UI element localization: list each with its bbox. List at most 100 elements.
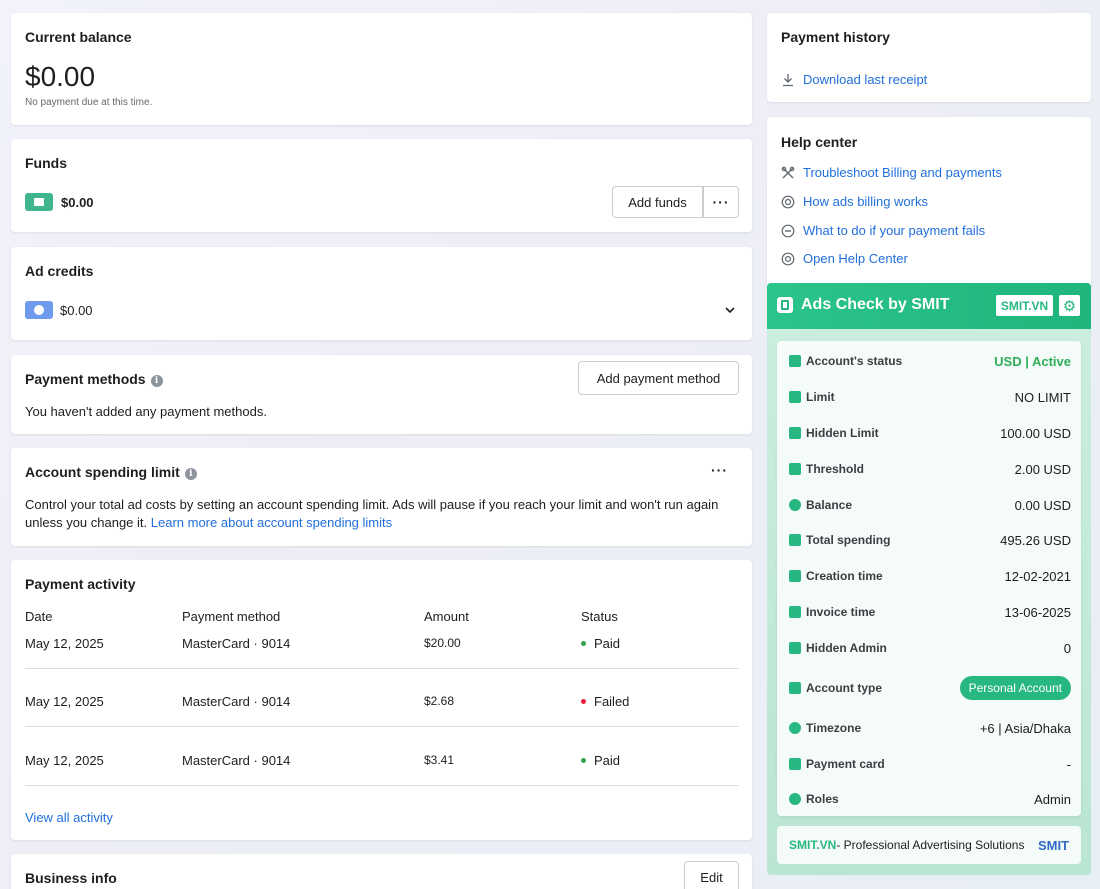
table-row[interactable]: May 12, 2025 MasterCard · 9014 $2.68 Fai… xyxy=(25,669,739,727)
payment-methods-card: Payment methods i Add payment method You … xyxy=(11,355,752,434)
chevron-down-icon[interactable] xyxy=(723,303,737,317)
smit-footer-brand[interactable]: SMIT.VN xyxy=(789,838,836,852)
activity-status: Paid xyxy=(581,636,620,651)
smit-label: Hidden Admin xyxy=(806,641,887,655)
activity-header-status: Status xyxy=(581,609,618,624)
status-icon xyxy=(789,355,801,367)
lifebuoy-icon xyxy=(781,252,795,265)
gear-icon[interactable]: ⚙ xyxy=(1059,295,1080,316)
smit-footer-logo: SMIT xyxy=(1037,837,1069,853)
wallet-icon xyxy=(25,193,53,211)
help-link-open-help-center[interactable]: Open Help Center xyxy=(781,251,908,266)
activity-date: May 12, 2025 xyxy=(25,636,104,651)
payment-methods-title: Payment methods i xyxy=(25,371,163,387)
business-info-card: Business info Edit xyxy=(11,854,752,889)
payment-history-card: Payment history Download last receipt xyxy=(767,13,1091,102)
smit-row-creation-time: Creation time 12-02-2021 xyxy=(789,566,1071,586)
smit-value: 100.00 USD xyxy=(1000,425,1071,441)
invoice-icon xyxy=(789,606,801,618)
add-funds-button[interactable]: Add funds xyxy=(612,186,703,218)
activity-method: MasterCard · 9014 xyxy=(182,694,291,709)
smit-value: 13-06-2025 xyxy=(1004,604,1072,620)
smit-badge[interactable]: SMIT.VN xyxy=(996,295,1053,316)
smit-row-invoice-time: Invoice time 13-06-2025 xyxy=(789,602,1071,622)
smit-value: 2.00 USD xyxy=(1014,461,1071,477)
ad-credit-icon xyxy=(25,301,53,319)
help-center-card: Help center Troubleshoot Billing and pay… xyxy=(767,117,1091,292)
threshold-icon xyxy=(789,463,801,475)
smit-header: Ads Check by SMIT SMIT.VN ⚙ xyxy=(767,283,1091,329)
smit-label: Account's status xyxy=(806,354,903,368)
help-link-label: Open Help Center xyxy=(803,251,908,266)
info-icon[interactable]: i xyxy=(150,375,163,387)
clock-icon xyxy=(789,722,801,734)
download-receipt-link[interactable]: Download last receipt xyxy=(781,72,927,87)
help-link-troubleshoot[interactable]: Troubleshoot Billing and payments xyxy=(781,165,1002,180)
help-link-label: What to do if your payment fails xyxy=(803,223,986,238)
business-info-title: Business info xyxy=(25,870,117,886)
edit-button[interactable]: Edit xyxy=(684,861,739,889)
smit-row-payment-card: Payment card - xyxy=(789,754,1071,774)
users-icon xyxy=(789,793,801,805)
current-balance-note: No payment due at this time. xyxy=(25,97,153,108)
smit-info-list: Account's status USD | Active Limit NO L… xyxy=(777,341,1081,816)
funds-more-button[interactable]: ··· xyxy=(703,186,739,218)
activity-amount: $3.41 xyxy=(424,753,455,767)
billing-icon xyxy=(781,195,795,208)
current-balance-title: Current balance xyxy=(25,29,132,45)
calendar-icon xyxy=(789,570,801,582)
smit-label: Threshold xyxy=(806,462,865,476)
add-payment-method-button[interactable]: Add payment method xyxy=(578,361,739,395)
shield-icon xyxy=(789,642,801,654)
smit-label: Invoice time xyxy=(806,605,876,619)
funds-title: Funds xyxy=(25,155,67,171)
smit-row-hidden-limit: Hidden Limit 100.00 USD xyxy=(789,423,1071,443)
current-balance-amount: $0.00 xyxy=(25,61,96,92)
smit-row-timezone: Timezone +6 | Asia/Dhaka xyxy=(789,718,1071,738)
info-icon[interactable]: i xyxy=(184,468,197,480)
activity-status-label: Failed xyxy=(594,694,630,709)
help-link-payment-fails[interactable]: What to do if your payment fails xyxy=(781,223,985,238)
payment-activity-title: Payment activity xyxy=(25,576,136,592)
activity-status-label: Paid xyxy=(594,753,621,768)
balance-icon xyxy=(789,499,801,511)
status-dot-icon xyxy=(581,641,586,646)
minus-circle-icon xyxy=(781,224,795,237)
activity-header-date: Date xyxy=(25,609,53,624)
spending-limit-card: Account spending limit i ··· Control your… xyxy=(11,448,752,546)
smit-label: Payment card xyxy=(806,757,885,771)
download-icon xyxy=(783,73,793,86)
help-link-billing[interactable]: How ads billing works xyxy=(781,194,928,209)
table-row[interactable]: May 12, 2025 MasterCard · 9014 $20.00 Pa… xyxy=(25,636,739,669)
funds-card: Funds $0.00 Add funds ··· xyxy=(11,139,752,232)
smit-value: 12-02-2021 xyxy=(1004,568,1072,584)
spending-limit-more-button[interactable]: ··· xyxy=(711,462,728,478)
ad-credits-amount: $0.00 xyxy=(60,303,93,318)
activity-status: Failed xyxy=(581,694,629,709)
smit-row-account-type: Account type Personal Account xyxy=(789,676,1071,700)
ad-credits-card: Ad credits $0.00 xyxy=(11,247,752,340)
smit-value: 0.00 USD xyxy=(1014,497,1071,513)
status-dot-icon xyxy=(581,758,586,763)
smit-row-threshold: Threshold 2.00 USD xyxy=(789,459,1071,479)
smit-row-balance: Balance 0.00 USD xyxy=(789,495,1071,515)
table-row[interactable]: May 12, 2025 MasterCard · 9014 $3.41 Pai… xyxy=(25,727,739,786)
smit-logo-icon xyxy=(777,297,793,313)
smit-value: NO LIMIT xyxy=(1014,389,1071,405)
smit-label: Roles xyxy=(806,792,839,806)
current-balance-card: Current balance $0.00 No payment due at … xyxy=(11,13,752,125)
activity-date: May 12, 2025 xyxy=(25,694,104,709)
activity-header-amount: Amount xyxy=(424,609,469,624)
smit-title: Ads Check by SMIT xyxy=(801,296,950,313)
smit-label: Total spending xyxy=(806,533,891,547)
smit-row-status: Account's status USD | Active xyxy=(789,351,1071,371)
smit-row-total-spending: Total spending 495.26 USD xyxy=(789,530,1071,550)
activity-amount: $20.00 xyxy=(424,636,461,650)
smit-label: Limit xyxy=(806,390,835,404)
smit-value: +6 | Asia/Dhaka xyxy=(979,720,1071,736)
view-all-activity-link[interactable]: View all activity xyxy=(25,810,113,825)
hidden-limit-icon xyxy=(789,427,801,439)
smit-label: Hidden Limit xyxy=(806,426,879,440)
spending-limit-learn-more-link[interactable]: Learn more about account spending limits xyxy=(151,515,392,530)
smit-value: Admin xyxy=(1034,791,1071,807)
